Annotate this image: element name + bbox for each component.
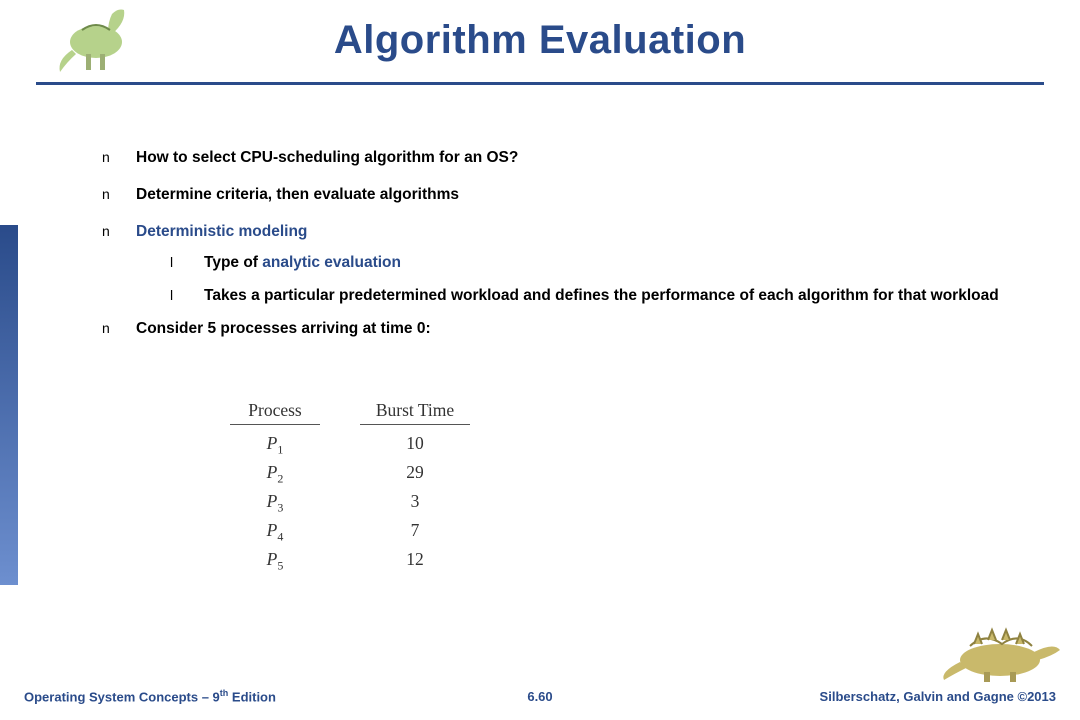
- bullet-item: n How to select CPU-scheduling algorithm…: [102, 148, 1050, 169]
- sub-bullet-prefix: Type of: [204, 254, 262, 271]
- title-underline: [36, 82, 1044, 85]
- sub-bullet-text: Type of analytic evaluation: [204, 253, 401, 274]
- sub-bullet-item: l Type of analytic evaluation: [170, 253, 1050, 274]
- dinosaur-logo-bottom: [940, 622, 1070, 682]
- bullet-item: n Consider 5 processes arriving at time …: [102, 319, 1050, 340]
- sub-bullet-item: l Takes a particular predetermined workl…: [170, 286, 1050, 307]
- bullet-text: How to select CPU-scheduling algorithm f…: [136, 148, 518, 169]
- table-row: P1 10: [230, 430, 470, 459]
- header-rule: [230, 424, 320, 425]
- sub-bullet-text: Takes a particular predetermined workloa…: [204, 286, 999, 307]
- table-header-process: Process: [230, 400, 320, 430]
- bullet-text-term: Deterministic modeling: [136, 222, 307, 243]
- bullet-glyph: n: [102, 319, 136, 338]
- table-row: P5 12: [230, 546, 470, 575]
- footer-right: Silberschatz, Galvin and Gagne ©2013: [820, 689, 1056, 704]
- table-row: P3 3: [230, 488, 470, 517]
- table-row: P4 7: [230, 517, 470, 546]
- process-burst-table: Process Burst Time P1 10 P2 29 P3 3 P4: [230, 400, 470, 575]
- slide-title: Algorithm Evaluation: [0, 18, 1080, 63]
- table-header-burst: Burst Time: [360, 400, 470, 430]
- left-accent-bar: [0, 225, 18, 585]
- sub-bullet-term: analytic evaluation: [262, 254, 401, 271]
- bullet-text: Consider 5 processes arriving at time 0:: [136, 319, 431, 340]
- bullet-item: n Determine criteria, then evaluate algo…: [102, 185, 1050, 206]
- bullet-glyph: n: [102, 185, 136, 204]
- bullet-glyph: n: [102, 222, 136, 241]
- sub-bullet-list: l Type of analytic evaluation l Takes a …: [170, 253, 1050, 307]
- bullet-item: n Deterministic modeling: [102, 222, 1050, 243]
- bullet-glyph: n: [102, 148, 136, 167]
- bullet-text: Determine criteria, then evaluate algori…: [136, 185, 459, 206]
- table-body: P1 10 P2 29 P3 3 P4 7 P5 12: [230, 430, 470, 575]
- content-area: n How to select CPU-scheduling algorithm…: [102, 148, 1050, 356]
- sub-bullet-glyph: l: [170, 286, 204, 305]
- table-header-row: Process Burst Time: [230, 400, 470, 430]
- header-rule: [360, 424, 470, 425]
- sub-bullet-glyph: l: [170, 253, 204, 272]
- slide: Algorithm Evaluation n How to select CPU…: [0, 0, 1080, 720]
- table-row: P2 29: [230, 459, 470, 488]
